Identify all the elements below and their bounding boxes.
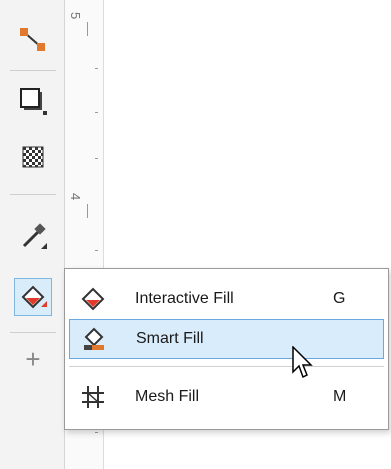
drop-shadow-tool-button[interactable] (14, 82, 52, 120)
toolbox-separator (10, 332, 56, 333)
ruler-tick (87, 204, 88, 218)
smart-fill-icon (80, 325, 108, 353)
menu-item-smart-fill[interactable]: Smart Fill (69, 319, 384, 359)
toolbox-separator (10, 70, 56, 71)
ruler-tick (95, 112, 98, 113)
mouse-cursor-icon (292, 346, 313, 379)
plus-icon: + (25, 343, 41, 374)
eyedropper-tool-button[interactable] (14, 218, 52, 256)
menu-item-label: Interactive Fill (135, 290, 234, 307)
connector-tool-icon (20, 28, 45, 51)
menu-separator (69, 366, 384, 367)
ruler-tick (95, 158, 98, 159)
eyedropper-tool-icon (22, 223, 47, 249)
drop-shadow-tool-icon (20, 88, 47, 115)
mesh-fill-icon (79, 383, 107, 411)
fill-tools-flyout: Interactive Fill G Smart Fill Mesh Fill (64, 268, 389, 430)
ruler-tick (95, 68, 98, 69)
ruler-label: 5 (68, 12, 83, 20)
ruler-tick (95, 432, 98, 433)
ruler-tick (87, 22, 88, 36)
toolbox-separator (10, 194, 56, 195)
menu-item-label: Smart Fill (136, 330, 204, 347)
shortcut-key: G (333, 290, 346, 307)
menu-item-mesh-fill[interactable]: Mesh Fill M (69, 377, 384, 417)
ruler-tick (95, 250, 98, 251)
connector-tool-button[interactable] (14, 22, 52, 60)
transparency-tool-button[interactable] (14, 138, 52, 176)
shortcut-key: M (333, 388, 347, 405)
menu-item-label: Mesh Fill (135, 388, 200, 405)
ruler-label: 4 (68, 193, 83, 201)
interactive-fill-icon (79, 285, 107, 313)
toolbox: + (0, 0, 65, 469)
interactive-fill-tool-button[interactable] (14, 278, 52, 316)
menu-item-interactive-fill[interactable]: Interactive Fill G (69, 279, 384, 319)
interactive-fill-tool-icon (21, 285, 47, 309)
transparency-tool-icon (22, 146, 44, 168)
add-tool-button[interactable]: + (14, 340, 52, 378)
